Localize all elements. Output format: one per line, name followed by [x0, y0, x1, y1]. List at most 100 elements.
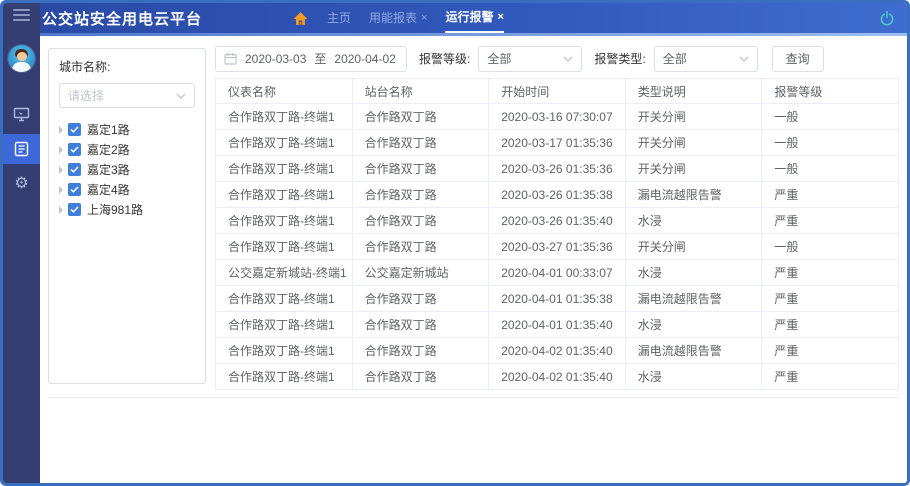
start-date-input[interactable]: 2020-03-03 [245, 52, 306, 66]
city-select[interactable]: 请选择 [59, 83, 195, 108]
hamburger-menu-icon[interactable] [13, 9, 30, 21]
filter-bar: 2020-03-03 至 2020-04-02 报警等级: 全部 报警类型: 全… [215, 45, 899, 72]
app-window: ⚙ 公交站安全用电云平台 主页 用能报表 × 运行报警 × 城市名称: 请选择 … [0, 0, 910, 486]
alarm-level-select[interactable]: 全部 [478, 45, 583, 72]
tree-item: 嘉定3路 [59, 160, 195, 179]
alarm-type-label: 报警类型: [594, 52, 646, 66]
city-panel: 城市名称: 请选择 嘉定1路 嘉定2路 嘉定3路 嘉定4路 上海981路 [48, 48, 206, 384]
content-divider [48, 397, 899, 398]
sidebar-nav: ⚙ [3, 99, 40, 204]
topbar: 公交站安全用电云平台 主页 用能报表 × 运行报警 × [40, 3, 907, 33]
cell-start-time: 2020-04-01 01:35:38 [488, 285, 626, 312]
checkbox-checked-icon[interactable] [68, 183, 81, 196]
cell-meter: 合作路双丁路-终端1 [215, 233, 353, 260]
sidebar-item-settings[interactable]: ⚙ [3, 169, 40, 199]
cell-meter: 合作路双丁路-终端1 [215, 285, 353, 312]
monitor-icon [13, 107, 30, 122]
cell-meter: 合作路双丁路-终端1 [215, 181, 353, 208]
tree-item-label[interactable]: 嘉定1路 [87, 121, 130, 138]
cell-start-time: 2020-04-02 01:35:40 [488, 337, 626, 364]
cell-station: 公交嘉定新城站 [351, 259, 490, 286]
cell-station: 合作路双丁路 [351, 337, 490, 364]
cell-meter: 合作路双丁路-终端1 [215, 363, 353, 390]
cell-type: 水浸 [624, 259, 763, 286]
alarm-level-value: 全部 [487, 52, 512, 66]
cell-start-time: 2020-03-26 01:35:40 [488, 207, 626, 234]
alarm-type-select[interactable]: 全部 [653, 45, 758, 72]
cell-start-time: 2020-03-27 01:35:36 [488, 233, 626, 260]
query-button[interactable]: 查询 [771, 45, 824, 72]
cell-level: 严重 [761, 181, 899, 208]
date-separator: 至 [314, 52, 327, 66]
cell-type: 开关分闸 [624, 103, 763, 130]
tab-energy-report-label: 用能报表 [369, 11, 418, 25]
power-icon[interactable] [879, 10, 895, 26]
chevron-down-icon [563, 56, 573, 62]
cell-type: 水浸 [624, 207, 763, 234]
alarm-level-label: 报警等级: [419, 52, 471, 66]
table-header-row: 仪表名称 站台名称 开始时间 类型说明 报警等级 [215, 78, 899, 104]
tab-home[interactable]: 主页 [327, 3, 351, 33]
date-range-picker[interactable]: 2020-03-03 至 2020-04-02 [215, 45, 407, 72]
cell-station: 合作路双丁路 [351, 103, 490, 130]
cell-start-time: 2020-04-01 01:35:40 [488, 311, 626, 338]
tree-item-label[interactable]: 嘉定4路 [87, 181, 130, 198]
table-row: 合作路双丁路-终端1 合作路双丁路 2020-03-26 01:35:36 开关… [215, 155, 899, 182]
tree-item-label[interactable]: 嘉定3路 [87, 161, 130, 178]
avatar-face [16, 52, 27, 61]
caret-right-icon[interactable] [59, 185, 63, 194]
tree-item: 嘉定4路 [59, 180, 195, 199]
close-icon[interactable]: × [421, 3, 427, 33]
cell-station: 合作路双丁路 [351, 311, 490, 338]
home-icon[interactable] [292, 10, 309, 27]
user-avatar[interactable] [8, 45, 35, 72]
cell-station: 合作路双丁路 [351, 207, 490, 234]
cell-type: 开关分闸 [624, 233, 763, 260]
icon-sidebar: ⚙ [3, 3, 40, 483]
cell-level: 一般 [761, 129, 899, 156]
tab-running-alarms[interactable]: 运行报警 × [445, 3, 504, 33]
chevron-down-icon [176, 93, 186, 99]
cell-level: 严重 [761, 259, 899, 286]
tree-item-label[interactable]: 嘉定2路 [87, 141, 130, 158]
cell-type: 漏电流越限告警 [624, 181, 763, 208]
cell-station: 合作路双丁路 [351, 233, 490, 260]
caret-right-icon[interactable] [59, 205, 63, 214]
tab-bar: 主页 用能报表 × 运行报警 × [292, 3, 504, 33]
caret-right-icon[interactable] [59, 125, 63, 134]
cell-start-time: 2020-04-01 00:33:07 [488, 259, 626, 286]
checkbox-checked-icon[interactable] [68, 163, 81, 176]
cell-meter: 合作路双丁路-终端1 [215, 311, 353, 338]
caret-right-icon[interactable] [59, 145, 63, 154]
cell-level: 严重 [761, 363, 899, 390]
sidebar-item-monitor[interactable] [3, 99, 40, 129]
table-row: 合作路双丁路-终端1 合作路双丁路 2020-03-26 01:35:38 漏电… [215, 181, 899, 208]
cell-level: 一般 [761, 155, 899, 182]
checkbox-checked-icon[interactable] [68, 123, 81, 136]
table-row: 公交嘉定新城站-终端1 公交嘉定新城站 2020-04-01 00:33:07 … [215, 259, 899, 286]
checkbox-checked-icon[interactable] [68, 203, 81, 216]
close-icon[interactable]: × [497, 3, 503, 32]
caret-right-icon[interactable] [59, 165, 63, 174]
checkbox-checked-icon[interactable] [68, 143, 81, 156]
cell-type: 水浸 [624, 311, 763, 338]
chevron-down-icon [739, 56, 749, 62]
table-row: 合作路双丁路-终端1 合作路双丁路 2020-04-02 01:35:40 漏电… [215, 337, 899, 364]
end-date-input[interactable]: 2020-04-02 [334, 52, 395, 66]
content-area: 城市名称: 请选择 嘉定1路 嘉定2路 嘉定3路 嘉定4路 上海981路 202… [40, 36, 907, 483]
cell-start-time: 2020-04-02 01:35:40 [488, 363, 626, 390]
cell-meter: 合作路双丁路-终端1 [215, 103, 353, 130]
cell-meter: 合作路双丁路-终端1 [215, 207, 353, 234]
cell-meter: 合作路双丁路-终端1 [215, 337, 353, 364]
tree-item-label[interactable]: 上海981路 [87, 201, 143, 218]
sidebar-item-reports[interactable] [3, 134, 40, 164]
cell-start-time: 2020-03-26 01:35:38 [488, 181, 626, 208]
table-row: 合作路双丁路-终端1 合作路双丁路 2020-04-02 01:35:40 水浸… [215, 363, 899, 390]
cell-level: 严重 [761, 285, 899, 312]
gear-icon: ⚙ [14, 175, 29, 192]
cell-level: 一般 [761, 103, 899, 130]
cell-meter: 合作路双丁路-终端1 [215, 155, 353, 182]
tab-energy-report[interactable]: 用能报表 × [369, 3, 427, 33]
cell-type: 漏电流越限告警 [624, 285, 763, 312]
table-row: 合作路双丁路-终端1 合作路双丁路 2020-03-17 01:35:36 开关… [215, 129, 899, 156]
